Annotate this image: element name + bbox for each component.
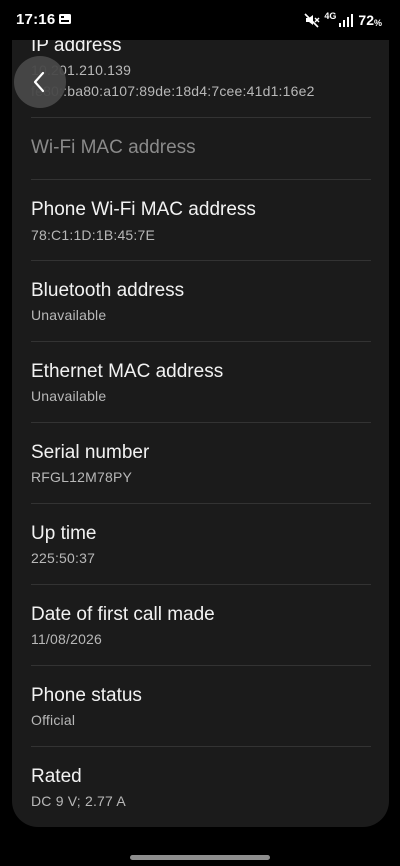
row-title: Serial number: [31, 442, 150, 463]
list-item-up-time[interactable]: Up time 225:50:37: [12, 504, 389, 585]
row-value: 225:50:37: [31, 550, 96, 566]
row-value: Unavailable: [31, 388, 107, 404]
row-title: Phone Wi-Fi MAC address: [31, 199, 256, 220]
list-item-date-of-first-call[interactable]: Date of first call made 11/08/2026: [12, 585, 389, 666]
row-title: Phone status: [31, 685, 142, 706]
row-title: Date of first call made: [31, 604, 215, 625]
status-bar: 17:16 4G 72%: [0, 0, 400, 40]
gallery-notification-icon: [59, 14, 71, 24]
list-item-phone-wifi-mac-address[interactable]: Phone Wi-Fi MAC address 78:C1:1D:1B:45:7…: [12, 180, 389, 261]
device-info-card: IP address 10.201.210.139 fe80::ba80:a10…: [12, 0, 389, 827]
row-value: RFGL12M78PY: [31, 469, 133, 485]
row-value: 78:C1:1D:1B:45:7E: [31, 227, 156, 243]
row-value: 11/08/2026: [31, 631, 103, 647]
list-item-ethernet-mac-address[interactable]: Ethernet MAC address Unavailable: [12, 342, 389, 423]
network-type: 4G: [324, 10, 337, 21]
row-title: Up time: [31, 523, 97, 544]
list-item-wifi-mac-address: Wi-Fi MAC address: [12, 118, 389, 180]
list-item-phone-status[interactable]: Phone status Official: [12, 666, 389, 747]
row-title: Wi-Fi MAC address: [31, 137, 196, 158]
list-item-rated[interactable]: Rated DC 9 V; 2.77 A: [12, 747, 389, 827]
row-title: Ethernet MAC address: [31, 361, 224, 382]
status-time: 17:16: [16, 11, 56, 28]
back-arrow-icon: [33, 71, 45, 93]
row-value: Official: [31, 712, 76, 728]
battery-level: 72%: [358, 12, 382, 28]
row-value: Unavailable: [31, 307, 107, 323]
home-indicator[interactable]: [130, 855, 270, 860]
mute-icon: [304, 13, 320, 28]
row-value: DC 9 V; 2.77 A: [31, 793, 126, 809]
back-button[interactable]: [14, 56, 66, 108]
signal-icon: [339, 14, 354, 27]
row-title: Rated: [31, 766, 82, 787]
list-item-serial-number[interactable]: Serial number RFGL12M78PY: [12, 423, 389, 504]
row-title: Bluetooth address: [31, 280, 185, 301]
row-value: fe80::ba80:a107:89de:18d4:7cee:41d1:16e2: [31, 83, 315, 99]
status-icons: 4G 72%: [304, 10, 382, 30]
list-item-bluetooth-address[interactable]: Bluetooth address Unavailable: [12, 261, 389, 342]
